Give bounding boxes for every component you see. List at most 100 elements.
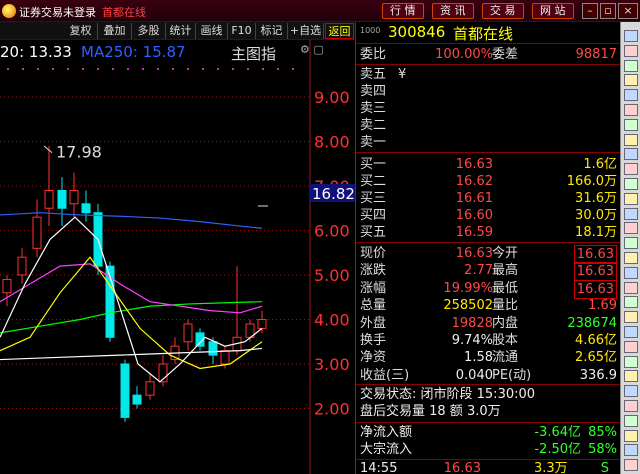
sb-13-icon[interactable] — [624, 207, 638, 220]
candle-body — [208, 341, 218, 356]
sb-28-icon[interactable] — [624, 429, 638, 442]
sell-level-row[interactable]: 卖四 — [356, 83, 621, 100]
stat-row: 外盘 19828 内盘 238674 — [356, 315, 621, 332]
price-tick-label: 5.00 — [314, 266, 350, 285]
tool-stats[interactable]: 统计 — [166, 23, 196, 39]
buy-level-label: 买三 — [360, 191, 387, 206]
sb-8-icon[interactable] — [624, 133, 638, 146]
yuan-icon: ¥ — [398, 67, 407, 82]
sb-24-icon[interactable] — [624, 370, 638, 383]
candle-body — [120, 363, 130, 418]
main-indicator-label[interactable]: 主图指 — [231, 43, 276, 64]
market-button[interactable]: 行 情 — [382, 3, 424, 19]
stat-label: 量比 — [492, 298, 519, 314]
kline-chart[interactable]: 9.008.007.006.005.004.003.002.0017.9816.… — [0, 40, 355, 474]
sell-level-row[interactable]: 卖三 — [356, 100, 621, 117]
fund-flow-row: 大宗流入 -2.50亿 58% — [356, 441, 621, 458]
indicator-settings-icon[interactable]: ⚙ ▢ — [300, 43, 324, 56]
stat-label: 净资 — [360, 350, 387, 366]
signal-dot — [142, 68, 144, 70]
candle-body — [17, 256, 27, 276]
sell-level-row[interactable]: 卖五 ¥ — [356, 66, 621, 83]
minimize-icon[interactable]: – — [582, 3, 598, 19]
sb-7-icon[interactable] — [624, 118, 638, 131]
stat-value: 1.69 — [588, 298, 617, 314]
price-tick-label: 6.00 — [314, 222, 350, 241]
fund-flow-label: 大宗流入 — [360, 442, 413, 457]
stat-row: 换手 9.74% 股本 4.66亿 — [356, 332, 621, 349]
sb-22-icon[interactable] — [624, 340, 638, 353]
sell-level-row[interactable]: 卖二 — [356, 117, 621, 134]
sb-6-icon[interactable] — [624, 104, 638, 116]
stat-label: PE(动) — [492, 367, 532, 383]
price-tick-label: 2.00 — [314, 400, 350, 419]
sell-level-label: 卖五 — [360, 67, 387, 82]
divider — [356, 422, 621, 423]
tool-back[interactable]: 返回 — [325, 23, 354, 39]
sell-level-label: 卖三 — [360, 101, 387, 116]
tool-multi[interactable]: 多股 — [132, 23, 166, 39]
chart-toolbar: 复权 叠加 多股 统计 画线 F10 标记 +自选 返回 — [0, 22, 355, 40]
sb-10-icon[interactable] — [624, 163, 638, 176]
sb-20-icon[interactable] — [624, 311, 638, 324]
tool-draw[interactable]: 画线 — [196, 23, 228, 39]
sb-2-icon[interactable] — [624, 44, 638, 57]
close-icon[interactable]: × — [618, 3, 638, 19]
buy-level-row[interactable]: 买四 16.60 30.0万 — [356, 207, 621, 224]
stat-row: 涨跌 2.77 最高 16.63 — [356, 262, 621, 282]
sb-1-icon[interactable] — [624, 30, 638, 42]
candle-body — [44, 189, 54, 209]
signal-dot — [247, 68, 249, 70]
sb-12-icon[interactable] — [624, 192, 638, 205]
tool-adjust[interactable]: 复权 — [64, 23, 98, 39]
buy-level-row[interactable]: 买二 16.62 166.0万 — [356, 173, 621, 190]
sb-18-icon[interactable] — [624, 281, 638, 294]
tool-overlay[interactable]: 叠加 — [98, 23, 132, 39]
candle-body — [81, 203, 91, 214]
buy-level-row[interactable]: 买五 16.59 18.1万 — [356, 224, 621, 241]
buy-level-row[interactable]: 买一 16.63 1.6亿 — [356, 156, 621, 173]
stat-row: 涨幅 19.99% 最低 16.63 — [356, 279, 621, 299]
maximize-icon[interactable]: ▫ — [600, 3, 616, 19]
weibi-row: 委比 100.00% 委差 98817 — [360, 47, 617, 62]
sb-19-icon[interactable] — [624, 296, 638, 309]
signal-dot — [112, 68, 114, 70]
sb-23-icon[interactable] — [624, 355, 638, 368]
sb-29-icon[interactable] — [624, 444, 638, 457]
stock-name: 首都在线 — [453, 25, 514, 43]
sb-11-icon[interactable] — [624, 178, 638, 190]
sell-level-row[interactable]: 卖一 — [356, 134, 621, 151]
sb-25-icon[interactable] — [624, 385, 638, 398]
signal-dot — [37, 68, 39, 70]
sb-14-icon[interactable] — [624, 222, 638, 235]
quote-title: 1000 300846 首都在线 — [356, 22, 621, 44]
sb-16-icon[interactable] — [624, 252, 638, 264]
sb-5-icon[interactable] — [624, 89, 638, 102]
sb-17-icon[interactable] — [624, 266, 638, 279]
high-marker — [43, 145, 53, 154]
sb-15-icon[interactable] — [624, 237, 638, 250]
news-button[interactable]: 资 讯 — [432, 3, 474, 19]
stat-label: 今开 — [492, 246, 519, 261]
sb-21-icon[interactable] — [624, 326, 638, 338]
tool-add-favorite[interactable]: +自选 — [288, 23, 324, 39]
stat-value: 19.99% — [443, 280, 493, 296]
ma20-line — [0, 263, 263, 314]
buy-level-row[interactable]: 买三 16.61 31.6万 — [356, 190, 621, 207]
tool-f10[interactable]: F10 — [228, 23, 256, 39]
buy-level-label: 买五 — [360, 225, 387, 240]
stat-value: 16.63 — [455, 246, 493, 261]
sb-9-icon[interactable] — [624, 148, 638, 161]
sb-30-icon[interactable] — [624, 459, 638, 472]
signal-dot — [97, 68, 99, 70]
tool-mark[interactable]: 标记 — [256, 23, 288, 39]
stat-value: 238674 — [567, 315, 617, 331]
signal-dot — [187, 68, 189, 70]
sb-26-icon[interactable] — [624, 400, 638, 412]
trade-button[interactable]: 交 易 — [482, 3, 524, 19]
stat-value: 336.9 — [579, 367, 617, 383]
website-button[interactable]: 网 站 — [532, 3, 574, 19]
sb-4-icon[interactable] — [624, 74, 638, 87]
sb-27-icon[interactable] — [624, 414, 638, 427]
sb-3-icon[interactable] — [624, 59, 638, 72]
